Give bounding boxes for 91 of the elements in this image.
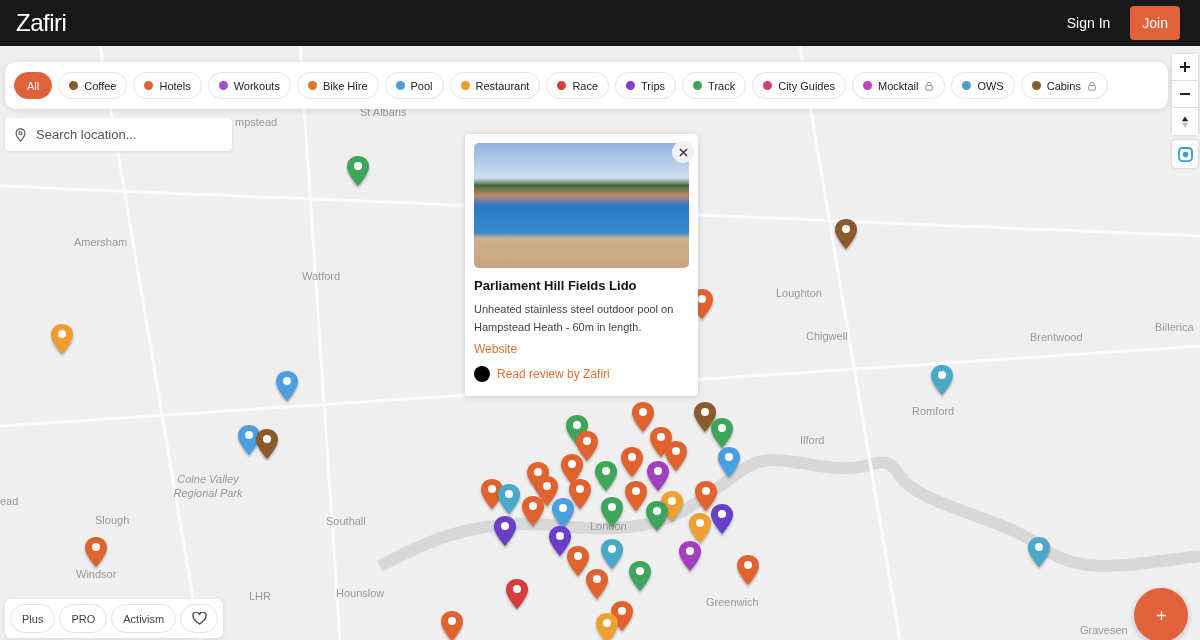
filter-chip[interactable]: OWS: [951, 72, 1015, 99]
map-pin[interactable]: [551, 497, 575, 529]
place-label: Loughton: [776, 287, 822, 299]
map-pin[interactable]: [628, 560, 652, 592]
map-pin[interactable]: [585, 568, 609, 600]
map-pin[interactable]: [688, 512, 712, 544]
bottom-tab[interactable]: Activism: [111, 604, 177, 633]
place-label: Slough: [95, 514, 130, 526]
filter-chip[interactable]: City Guides: [752, 72, 847, 99]
map-pin[interactable]: [646, 460, 670, 492]
map-pin[interactable]: [493, 515, 517, 547]
close-icon: [678, 147, 688, 157]
map-pin[interactable]: [631, 401, 655, 433]
filter-chip[interactable]: Hotels: [133, 72, 202, 99]
filter-chip[interactable]: Bike Hire: [296, 72, 379, 99]
map-pin[interactable]: [497, 483, 521, 515]
map-pin[interactable]: [645, 500, 669, 532]
map-pin[interactable]: [548, 525, 572, 557]
logo[interactable]: Zafiri: [16, 9, 67, 37]
plus-icon: [1155, 609, 1167, 621]
map-pin[interactable]: [237, 424, 261, 456]
map-pin[interactable]: [255, 428, 279, 460]
place-label: Hounslow: [336, 587, 385, 599]
map-pin[interactable]: [566, 545, 590, 577]
place-label: Romford: [912, 405, 955, 417]
map-pin[interactable]: [505, 578, 529, 610]
filter-chip[interactable]: All: [14, 72, 53, 99]
map-pin[interactable]: [595, 612, 619, 640]
map-pin[interactable]: [664, 440, 688, 472]
map-pin[interactable]: [275, 370, 299, 402]
map-background[interactable]: [0, 46, 1200, 640]
avatar-icon: [474, 366, 490, 382]
place-label: Watford: [302, 270, 341, 282]
zoom-in-button[interactable]: [1172, 54, 1198, 81]
place-label: Brentwood: [1030, 331, 1083, 343]
map-pin[interactable]: [694, 480, 718, 512]
filter-chip[interactable]: Coffee: [58, 72, 128, 99]
place-description: Unheated stainless steel outdoor pool on Hampstead Heath - 60m in length.: [474, 302, 675, 335]
place-label: Gravesen: [1080, 624, 1128, 636]
filter-chip[interactable]: Restaurant: [449, 72, 541, 99]
map-pin[interactable]: [521, 495, 545, 527]
minus-icon: [1179, 93, 1191, 95]
place-label: Windsor: [76, 568, 117, 580]
map-pin[interactable]: [710, 503, 734, 535]
map-pin[interactable]: [678, 540, 702, 572]
place-label: Chigwell: [806, 330, 848, 342]
locate-button[interactable]: [1172, 140, 1198, 168]
heart-icon: [191, 612, 207, 625]
place-label: LHR: [249, 590, 271, 602]
map-pin[interactable]: [717, 446, 741, 478]
filter-chip[interactable]: Workouts: [207, 72, 291, 99]
filter-chip[interactable]: Mocktail: [852, 72, 946, 99]
map-pin[interactable]: [84, 536, 108, 568]
map-pin[interactable]: [624, 480, 648, 512]
map-pin[interactable]: [346, 155, 370, 187]
zoom-out-button[interactable]: [1172, 81, 1198, 108]
map-pin[interactable]: [594, 460, 618, 492]
map-pin[interactable]: [440, 610, 464, 640]
compass-icon: [1181, 114, 1189, 129]
filter-chip[interactable]: Pool: [384, 72, 444, 99]
place-label: Colne Valley Regional Park: [172, 472, 244, 501]
filter-chip[interactable]: Trips: [615, 72, 677, 99]
place-label: Amersham: [74, 236, 128, 248]
plus-icon: [1179, 61, 1191, 73]
bottom-tab[interactable]: Plus: [10, 604, 56, 633]
place-label: Greenwich: [706, 596, 759, 608]
filter-chip[interactable]: Race: [546, 72, 610, 99]
place-label: Billerica: [1155, 321, 1194, 333]
filter-chip[interactable]: Cabins: [1020, 72, 1108, 99]
place-title: Parliament Hill Fields Lido: [474, 278, 638, 293]
place-label: Ilford: [800, 434, 825, 446]
place-label: mpstead: [235, 116, 278, 128]
map-pin[interactable]: [834, 218, 858, 250]
map-pin[interactable]: [710, 417, 734, 449]
map-pin[interactable]: [736, 554, 760, 586]
close-button[interactable]: [672, 141, 694, 163]
favourites-button[interactable]: [180, 604, 219, 633]
map-pin[interactable]: [620, 446, 644, 478]
add-button[interactable]: [1134, 588, 1188, 640]
place-label: ead: [0, 495, 19, 507]
map-pin[interactable]: [693, 401, 717, 433]
bottom-tab[interactable]: PRO: [59, 604, 108, 633]
sign-in-link[interactable]: Sign In: [1066, 15, 1111, 31]
filter-chip[interactable]: Track: [682, 72, 747, 99]
place-label: Southall: [326, 515, 366, 527]
locate-icon: [1177, 146, 1193, 162]
join-button[interactable]: Join: [1130, 6, 1180, 40]
map-pin[interactable]: [568, 478, 592, 510]
map-pin[interactable]: [575, 430, 599, 462]
map-pin[interactable]: [560, 453, 584, 485]
search-field[interactable]: Search location...: [5, 118, 232, 151]
